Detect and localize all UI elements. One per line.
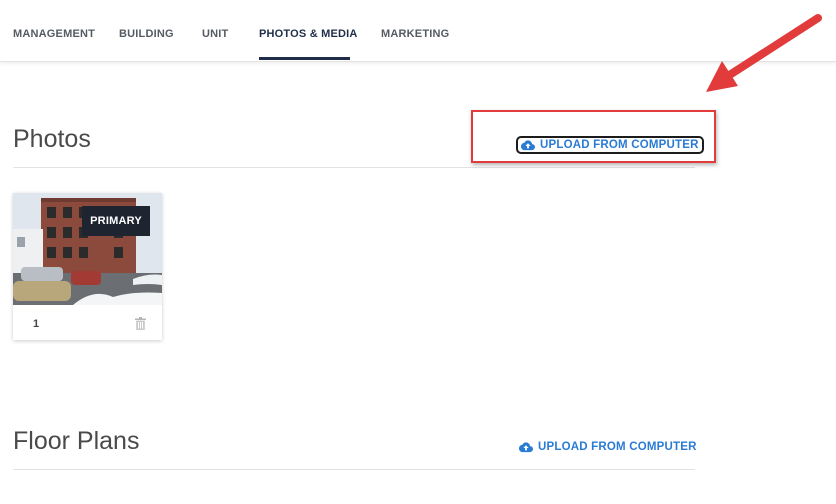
photos-section-title: Photos [13, 125, 91, 153]
tab-management[interactable]: MANAGEMENT [13, 28, 95, 40]
cloud-upload-icon [519, 442, 533, 453]
primary-badge: PRIMARY [82, 206, 150, 236]
active-tab-indicator [259, 57, 350, 60]
photo-card[interactable]: PRIMARY 1 [13, 193, 162, 340]
floor-plans-section-divider [13, 469, 695, 470]
tab-photos-media[interactable]: PHOTOS & MEDIA [259, 28, 358, 40]
floor-plans-section-title: Floor Plans [13, 427, 140, 455]
tab-building[interactable]: BUILDING [119, 28, 174, 40]
photos-section-divider [13, 167, 695, 168]
photo-number: 1 [33, 318, 40, 330]
trash-icon[interactable] [135, 317, 146, 330]
tab-unit[interactable]: UNIT [202, 28, 228, 40]
annotation-highlight-box [471, 110, 716, 163]
red-arrow [706, 14, 822, 92]
floor-plans-upload-label: UPLOAD FROM COMPUTER [538, 441, 697, 453]
tab-marketing[interactable]: MARKETING [381, 28, 449, 40]
floor-plans-upload-button[interactable]: UPLOAD FROM COMPUTER [519, 441, 697, 453]
